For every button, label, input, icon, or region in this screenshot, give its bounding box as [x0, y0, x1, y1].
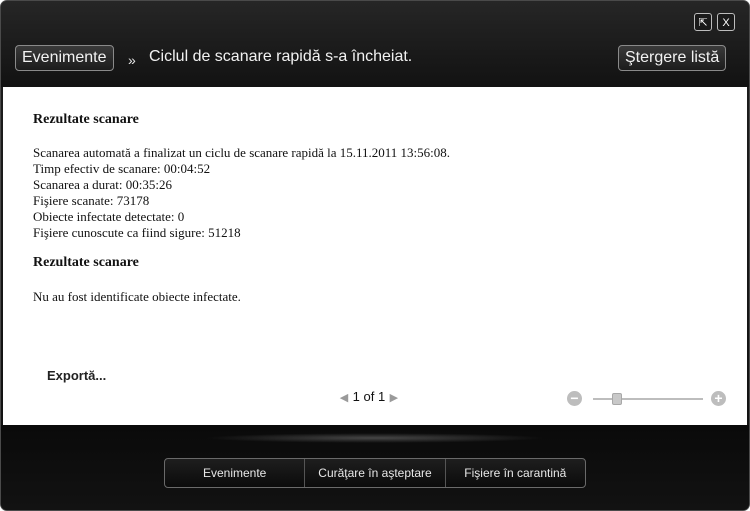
title-bar: ⇱ X Evenimente » Ciclul de scanare rapid… — [1, 1, 749, 87]
bottom-tab-group: Evenimente Curăţare în aşteptare Fişiere… — [164, 458, 586, 488]
report-heading: Rezultate scanare — [33, 112, 139, 127]
bottom-bar: Evenimente Curăţare în aşteptare Fişiere… — [1, 425, 749, 510]
report-line: Timp efectiv de scanare: 00:04:52 — [33, 161, 211, 176]
pagination: ◀ 1 of 1 ▶ — [339, 389, 399, 404]
report-line: Scanarea a durat: 00:35:26 — [33, 177, 172, 192]
report-line: Scanarea automată a finalizat un ciclu d… — [33, 145, 451, 160]
scan-report-panel: Rezultate scanare Scanarea automată a fi… — [3, 87, 747, 425]
zoom-control: − + — [567, 391, 727, 407]
decorative-glow — [205, 433, 545, 443]
report-line: Fişiere scanate: 73178 — [33, 193, 150, 208]
report-line: Obiecte infectate detectate: 0 — [33, 209, 185, 224]
zoom-out-icon[interactable]: − — [567, 391, 582, 406]
export-link[interactable]: Exportă... — [47, 368, 106, 383]
result-text: Nu au fost identificate obiecte infectat… — [33, 289, 241, 304]
tab-pending-cleanup[interactable]: Curăţare în aşteptare — [305, 459, 446, 487]
zoom-slider-handle[interactable] — [612, 393, 623, 405]
page-total: 1 — [377, 389, 386, 404]
result-heading: Rezultate scanare — [33, 255, 139, 270]
zoom-in-icon[interactable]: + — [711, 391, 726, 406]
close-window-icon[interactable]: X — [717, 13, 735, 31]
restore-window-icon[interactable]: ⇱ — [694, 13, 712, 31]
events-button[interactable]: Evenimente — [15, 45, 114, 71]
tab-events[interactable]: Evenimente — [165, 459, 306, 487]
page-current: 1 — [352, 389, 360, 404]
page-of-label: of — [363, 389, 375, 404]
report-details: Scanarea automată a finalizat un ciclu d… — [33, 145, 450, 241]
page-title: Ciclul de scanare rapidă s-a încheiat. — [149, 48, 413, 65]
clear-list-button[interactable]: Ştergere listă — [618, 45, 727, 71]
zoom-slider-track[interactable] — [593, 398, 703, 400]
breadcrumb-separator: » — [128, 52, 136, 68]
next-page-icon[interactable]: ▶ — [389, 391, 399, 404]
app-window: ⇱ X Evenimente » Ciclul de scanare rapid… — [0, 0, 750, 511]
tab-quarantine[interactable]: Fişiere în carantină — [446, 459, 585, 487]
previous-page-icon[interactable]: ◀ — [339, 391, 349, 404]
report-line: Fişiere cunoscute ca fiind sigure: 51218 — [33, 225, 241, 240]
